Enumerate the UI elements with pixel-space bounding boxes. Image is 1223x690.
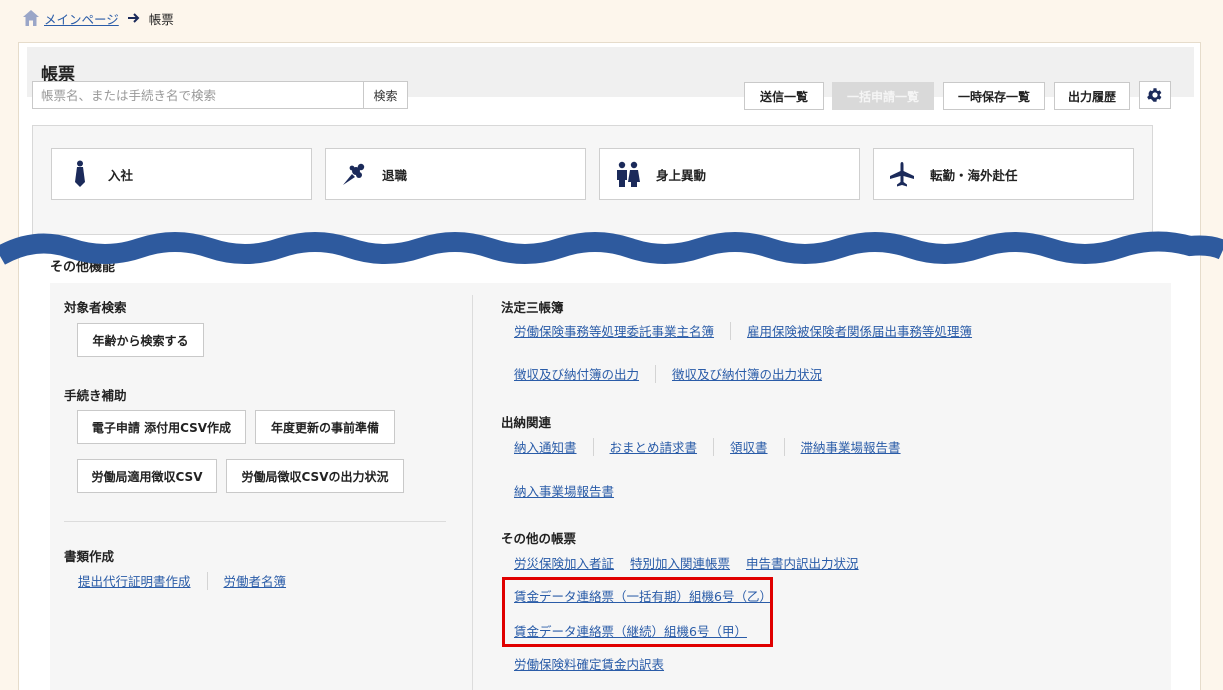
paid-report-link[interactable]: 納入事業場報告書 bbox=[514, 481, 614, 500]
breadcrumb-home-link[interactable]: メインページ bbox=[44, 9, 119, 28]
receipt-link[interactable]: 領収書 bbox=[730, 437, 768, 456]
category-label: 退職 bbox=[382, 167, 408, 183]
category-card-join[interactable]: 入社 bbox=[51, 148, 312, 200]
home-icon[interactable] bbox=[22, 9, 40, 27]
csv-attach-button[interactable]: 電子申請 添付用CSV作成 bbox=[77, 410, 246, 444]
couple-icon bbox=[617, 161, 640, 187]
other-forms-row1: 労災保険加入者証 特別加入関連帳票 申告書内訳出力状況 bbox=[514, 553, 859, 572]
collection-book-output-link[interactable]: 徴収及び納付簿の出力 bbox=[514, 364, 639, 383]
labor-bureau-csv-button[interactable]: 労働局適用徴収CSV bbox=[77, 459, 217, 493]
worker-register-link[interactable]: 労働者名簿 bbox=[224, 571, 287, 590]
column-divider bbox=[472, 295, 473, 690]
category-label: 入社 bbox=[108, 167, 134, 183]
other-forms-title: その他の帳票 bbox=[501, 531, 577, 546]
highlight-box bbox=[502, 577, 773, 647]
bulk-list-button[interactable]: 一括申請一覧 bbox=[832, 82, 934, 110]
declaration-breakdown-status-link[interactable]: 申告書内訳出力状況 bbox=[746, 553, 859, 572]
section-divider bbox=[64, 521, 446, 522]
settings-button[interactable] bbox=[1139, 81, 1171, 109]
age-search-button[interactable]: 年齢から検索する bbox=[77, 323, 204, 357]
bouquet-icon bbox=[343, 163, 365, 185]
legal-books-title: 法定三帳簿 bbox=[501, 300, 564, 315]
gear-icon bbox=[1147, 88, 1162, 102]
search-box: 検索 bbox=[32, 81, 408, 109]
payment-notice-link[interactable]: 納入通知書 bbox=[514, 437, 577, 456]
output-history-button[interactable]: 出力履歴 bbox=[1054, 82, 1130, 110]
payments-links-row2: 納入事業場報告書 bbox=[514, 481, 614, 500]
category-card-transfer[interactable]: 転勤・海外赴任 bbox=[873, 148, 1134, 200]
category-card-retire[interactable]: 退職 bbox=[325, 148, 586, 200]
payments-title: 出納関連 bbox=[501, 415, 552, 430]
sent-list-button[interactable]: 送信一覧 bbox=[744, 82, 824, 110]
subject-search-title: 対象者検索 bbox=[64, 300, 127, 315]
airplane-icon bbox=[890, 162, 914, 187]
other-forms-row4: 労働保険料確定賃金内訳表 bbox=[514, 654, 664, 673]
arrears-report-link[interactable]: 滞納事業場報告書 bbox=[801, 437, 901, 456]
insurance-wage-breakdown-link[interactable]: 労働保険料確定賃金内訳表 bbox=[514, 654, 664, 673]
breadcrumb-current: 帳票 bbox=[148, 11, 174, 27]
search-button[interactable]: 検索 bbox=[363, 82, 407, 108]
search-input[interactable] bbox=[33, 82, 363, 108]
necktie-icon bbox=[75, 160, 85, 187]
procedure-help-title: 手続き補助 bbox=[64, 388, 127, 403]
payments-links-row1: 納入通知書 おまとめ請求書 領収書 滞納事業場報告書 bbox=[514, 437, 901, 456]
documents-title: 書類作成 bbox=[64, 549, 115, 564]
arrow-right-icon bbox=[127, 13, 140, 23]
labor-bureau-csv-status-button[interactable]: 労働局徴収CSVの出力状況 bbox=[226, 459, 404, 493]
category-label: 身上異動 bbox=[656, 167, 707, 183]
category-label: 転勤・海外赴任 bbox=[930, 167, 1018, 183]
collection-book-status-link[interactable]: 徴収及び納付簿の出力状況 bbox=[672, 364, 822, 383]
breadcrumb: メインページ 帳票 bbox=[22, 8, 174, 28]
proxy-certificate-link[interactable]: 提出代行証明書作成 bbox=[78, 571, 191, 590]
wave-divider bbox=[0, 231, 1223, 265]
legal-links-row2: 徴収及び納付簿の出力 徴収及び納付簿の出力状況 bbox=[514, 364, 822, 383]
category-card-personal-change[interactable]: 身上異動 bbox=[599, 148, 860, 200]
saved-list-button[interactable]: 一時保存一覧 bbox=[943, 82, 1045, 110]
insured-processing-link[interactable]: 雇用保険被保険者関係届出事務等処理簿 bbox=[747, 321, 972, 340]
legal-links-row1: 労働保険事務等処理委託事業主名簿 雇用保険被保険者関係届出事務等処理簿 bbox=[514, 321, 972, 340]
annual-prep-button[interactable]: 年度更新の事前準備 bbox=[255, 410, 395, 444]
entrust-register-link[interactable]: 労働保険事務等処理委託事業主名簿 bbox=[514, 321, 714, 340]
special-join-forms-link[interactable]: 特別加入関連帳票 bbox=[630, 553, 730, 572]
documents-links: 提出代行証明書作成 労働者名簿 bbox=[78, 571, 286, 590]
accident-insurance-card-link[interactable]: 労災保険加入者証 bbox=[514, 553, 614, 572]
combined-invoice-link[interactable]: おまとめ請求書 bbox=[610, 437, 698, 456]
category-area: 入社 退職 身上異動 転勤・海外赴任 bbox=[32, 125, 1153, 235]
